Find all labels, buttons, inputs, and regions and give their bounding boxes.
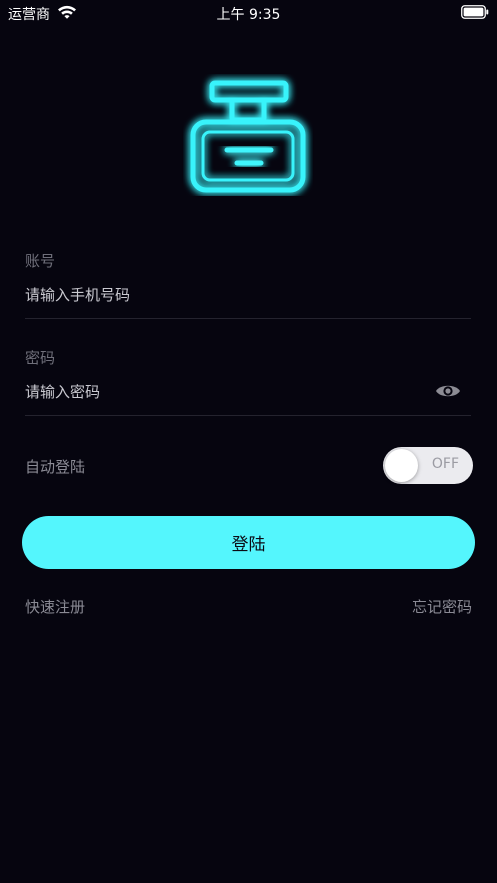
status-bar: 运营商 上午 9:35: [0, 0, 497, 26]
password-input[interactable]: [25, 378, 405, 406]
status-time: 上午 9:35: [216, 7, 281, 23]
password-divider: [25, 415, 471, 416]
login-button[interactable]: 登陆: [22, 516, 475, 569]
account-divider: [25, 318, 471, 319]
toggle-knob: [385, 449, 418, 482]
account-input[interactable]: [25, 281, 405, 309]
password-label: 密码: [25, 349, 56, 367]
forgot-password-link[interactable]: 忘记密码: [412, 596, 472, 617]
toggle-state-text: OFF: [431, 456, 459, 472]
eye-icon[interactable]: [435, 381, 461, 401]
register-link[interactable]: 快速注册: [25, 596, 85, 617]
auto-login-label: 自动登陆: [25, 458, 86, 476]
printer-icon: [190, 80, 306, 193]
auto-login-toggle[interactable]: OFF: [383, 447, 473, 484]
account-label: 账号: [25, 252, 56, 270]
login-screen: 运营商 上午 9:35 账号 请输入手机号码 密码 自动登陆 OFF 登陆 快速…: [0, 0, 497, 883]
battery-icon: [461, 5, 489, 19]
